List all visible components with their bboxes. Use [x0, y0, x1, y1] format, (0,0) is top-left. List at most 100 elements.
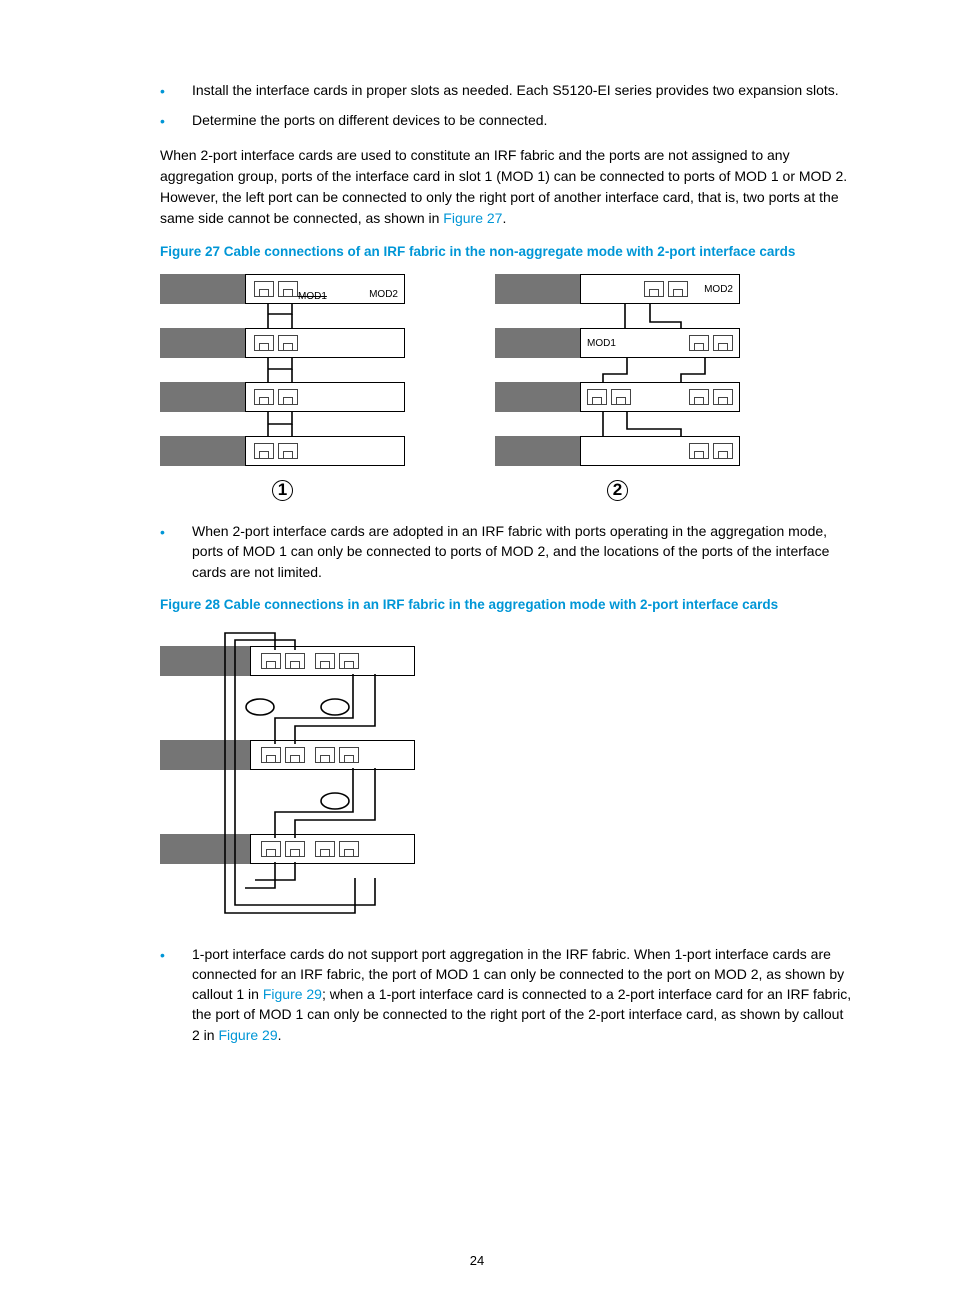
device-row: MOD1 MOD2 [160, 274, 405, 304]
figure-28 [160, 628, 415, 904]
device-dark-section [160, 382, 245, 412]
figure-28-caption: Figure 28 Cable connections in an IRF fa… [160, 596, 854, 614]
port-pair [261, 653, 305, 669]
device-dark-section [160, 646, 250, 676]
port-pair [254, 389, 298, 405]
device-dark-section [495, 328, 580, 358]
device-row [160, 646, 415, 676]
mod1-label: MOD1 [587, 338, 616, 349]
port-icon [713, 335, 733, 351]
device-light-section [580, 382, 740, 412]
port-pair [315, 747, 359, 763]
device-light-section [250, 740, 415, 770]
port-icon [278, 335, 298, 351]
figure-27: MOD1 MOD2 [160, 274, 854, 501]
paragraph-text-end: . [278, 1027, 282, 1043]
bullet-item: Determine the ports on different devices… [160, 110, 854, 130]
device-light-section [580, 436, 740, 466]
bullet-item: When 2-port interface cards are adopted … [160, 521, 854, 582]
port-icon [587, 389, 607, 405]
device-dark-section [495, 382, 580, 412]
port-icon [689, 389, 709, 405]
device-light-section [245, 328, 405, 358]
figure-27-link[interactable]: Figure 27 [443, 210, 502, 226]
device-row: MOD2 [495, 274, 740, 304]
device-row [495, 382, 740, 412]
port-pair [689, 335, 733, 351]
device-light-section [245, 436, 405, 466]
figure-29-link[interactable]: Figure 29 [218, 1027, 277, 1043]
port-pair [315, 653, 359, 669]
port-icon [254, 281, 274, 297]
port-icon [285, 653, 305, 669]
device-dark-section [160, 834, 250, 864]
device-row [495, 436, 740, 466]
bullet-item: 1-port interface cards do not support po… [160, 944, 854, 1045]
device-row [160, 740, 415, 770]
device-row [160, 436, 405, 466]
paragraph-text-end: . [502, 210, 506, 226]
device-dark-section [495, 274, 580, 304]
bottom-bullet-list: 1-port interface cards do not support po… [160, 944, 854, 1045]
port-icon [261, 747, 281, 763]
figure-27-stack-1: MOD1 MOD2 [160, 274, 405, 501]
port-icon [339, 653, 359, 669]
port-icon [254, 389, 274, 405]
mod2-label: MOD2 [369, 289, 398, 300]
port-pair [689, 443, 733, 459]
bullet-item: Install the interface cards in proper sl… [160, 80, 854, 100]
callout-1-label: 1 [160, 480, 405, 501]
port-icon [339, 747, 359, 763]
port-icon [278, 281, 298, 297]
page-number: 24 [0, 1253, 954, 1268]
figure-27-caption: Figure 27 Cable connections of an IRF fa… [160, 243, 854, 261]
device-light-section [250, 834, 415, 864]
port-icon [254, 335, 274, 351]
port-icon [315, 747, 335, 763]
device-dark-section [160, 328, 245, 358]
port-icon [644, 281, 664, 297]
mod1-strike-label: MOD1 [298, 291, 327, 302]
port-icon [285, 747, 305, 763]
port-icon [315, 841, 335, 857]
device-row [160, 382, 405, 412]
port-pair [254, 281, 298, 297]
port-pair [315, 841, 359, 857]
mid-bullet-list: When 2-port interface cards are adopted … [160, 521, 854, 582]
port-icon [261, 653, 281, 669]
device-row [160, 834, 415, 864]
port-icon [689, 335, 709, 351]
port-icon [713, 443, 733, 459]
port-pair [261, 841, 305, 857]
port-icon [285, 841, 305, 857]
port-icon [689, 443, 709, 459]
port-pair [689, 389, 733, 405]
device-row [160, 328, 405, 358]
port-icon [339, 841, 359, 857]
device-light-section [245, 382, 405, 412]
port-icon [611, 389, 631, 405]
top-bullet-list: Install the interface cards in proper sl… [160, 80, 854, 131]
port-pair [587, 389, 631, 405]
port-pair [261, 747, 305, 763]
figure-29-link[interactable]: Figure 29 [263, 986, 322, 1002]
port-pair [254, 335, 298, 351]
port-icon [315, 653, 335, 669]
device-dark-section [160, 436, 245, 466]
mod2-label: MOD2 [704, 284, 733, 295]
port-icon [713, 389, 733, 405]
figure-27-stack-2: MOD2 MOD1 [495, 274, 740, 501]
port-pair [644, 281, 688, 297]
device-dark-section [495, 436, 580, 466]
device-dark-section [160, 274, 245, 304]
device-light-section [250, 646, 415, 676]
port-icon [278, 443, 298, 459]
callout-2-label: 2 [495, 480, 740, 501]
device-light-section: MOD1 [580, 328, 740, 358]
device-light-section: MOD1 MOD2 [245, 274, 405, 304]
intro-paragraph: When 2-port interface cards are used to … [160, 145, 854, 229]
device-light-section: MOD2 [580, 274, 740, 304]
device-row: MOD1 [495, 328, 740, 358]
port-icon [261, 841, 281, 857]
port-icon [278, 389, 298, 405]
